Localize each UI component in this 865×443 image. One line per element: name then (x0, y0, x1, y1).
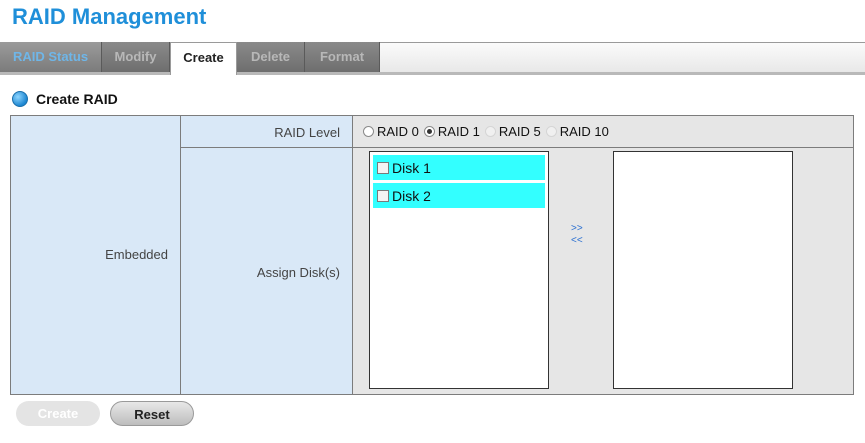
create-button[interactable]: Create (16, 401, 100, 426)
assign-disks-label-cell: Assign Disk(s) (181, 148, 353, 394)
radio-raid-5[interactable]: RAID 5 (484, 124, 541, 139)
tab-bar-filler (380, 42, 865, 72)
page-title: RAID Management (12, 4, 207, 29)
group-label: Embedded (105, 247, 168, 262)
radio-raid-5-label: RAID 5 (498, 124, 541, 139)
move-controls: >> << (571, 223, 583, 247)
section-title: Create RAID (36, 91, 118, 107)
selected-disks-list[interactable] (613, 151, 793, 389)
assign-disks-area: Disk 1 Disk 2 >> << (353, 148, 853, 394)
radio-raid-1[interactable]: RAID 1 (423, 124, 480, 139)
radio-raid-0-label: RAID 0 (377, 124, 419, 139)
list-item-disk-2[interactable]: Disk 2 (373, 183, 545, 208)
available-disks-list[interactable]: Disk 1 Disk 2 (369, 151, 549, 389)
raid-level-label: RAID Level (274, 125, 340, 140)
section-header: Create RAID (12, 89, 118, 109)
create-raid-table: Embedded RAID Level RAID 0 RAID 1 RAID 5… (10, 115, 854, 395)
radio-raid-1-circle[interactable] (423, 126, 435, 137)
radio-raid-0[interactable]: RAID 0 (363, 124, 419, 139)
tab-create[interactable]: Create (170, 42, 237, 75)
reset-button[interactable]: Reset (110, 401, 194, 426)
tab-format[interactable]: Format (305, 42, 380, 72)
disk-1-checkbox[interactable] (377, 161, 389, 174)
tab-modify[interactable]: Modify (102, 42, 170, 72)
disk-2-checkbox[interactable] (377, 189, 389, 202)
group-label-cell: Embedded (11, 116, 181, 394)
move-left-button[interactable]: << (571, 235, 583, 247)
tab-bar: RAID Status Modify Create Delete Format (0, 42, 865, 75)
tab-delete[interactable]: Delete (237, 42, 305, 72)
radio-raid-1-label: RAID 1 (437, 124, 480, 139)
disk-1-label: Disk 1 (392, 159, 431, 176)
radio-raid-10-label: RAID 10 (559, 124, 609, 139)
radio-raid-10-circle[interactable] (545, 126, 557, 137)
raid-level-label-cell: RAID Level (181, 116, 353, 148)
raid-level-options: RAID 0 RAID 1 RAID 5 RAID 10 (353, 116, 853, 148)
move-right-button[interactable]: >> (571, 223, 583, 235)
radio-raid-10[interactable]: RAID 10 (545, 124, 609, 139)
list-item-disk-1[interactable]: Disk 1 (373, 155, 545, 180)
bullet-icon (12, 91, 28, 107)
tab-raid-status[interactable]: RAID Status (0, 42, 102, 72)
assign-disks-label: Assign Disk(s) (256, 265, 340, 280)
radio-raid-5-circle[interactable] (484, 126, 496, 137)
disk-2-label: Disk 2 (392, 187, 431, 204)
radio-raid-0-circle[interactable] (363, 126, 374, 137)
